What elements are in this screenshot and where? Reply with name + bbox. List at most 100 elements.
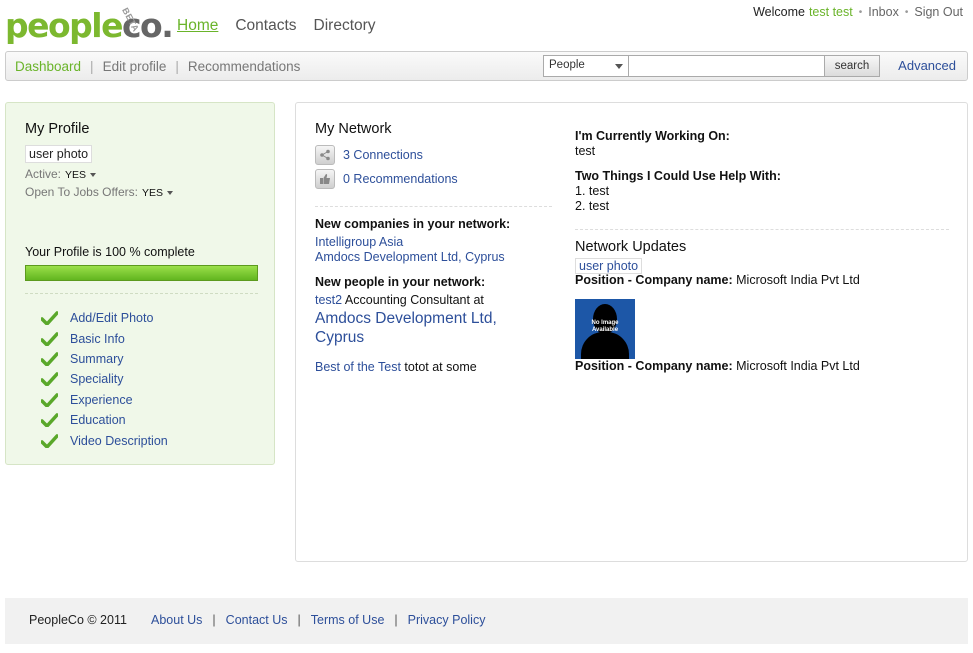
- connections-row: 3 Connections: [315, 145, 423, 165]
- divider: |: [90, 59, 94, 74]
- checkmark-icon: [41, 311, 58, 326]
- recommendations-link[interactable]: 0 Recommendations: [343, 172, 458, 186]
- subnav-dashboard[interactable]: Dashboard: [15, 59, 81, 74]
- divider: |: [212, 613, 216, 627]
- jobs-label: Open To Jobs Offers:: [25, 185, 138, 199]
- chevron-down-icon: [615, 64, 623, 69]
- share-icon: [315, 145, 335, 165]
- network-updates-title: Network Updates: [575, 239, 687, 255]
- chevron-down-icon[interactable]: [90, 172, 97, 177]
- welcome-text: Welcome: [753, 5, 805, 19]
- signout-link[interactable]: Sign Out: [914, 5, 963, 19]
- search-box: People search: [543, 55, 880, 77]
- profile-panel: My Profile user photo Active: YES Open To…: [5, 102, 275, 465]
- company-name: Microsoft India Pvt Ltd: [736, 359, 860, 373]
- checklist-link[interactable]: Basic Info: [70, 332, 125, 346]
- profile-complete-text: Your Profile is 100 % complete: [25, 245, 195, 259]
- active-row: Active: YES: [25, 167, 97, 181]
- divider: [575, 229, 949, 230]
- connections-link[interactable]: 3 Connections: [343, 148, 423, 162]
- person-link[interactable]: test2: [315, 293, 342, 307]
- username-link[interactable]: test test: [809, 5, 853, 19]
- help-item: 1. test: [575, 184, 610, 198]
- separator: •: [904, 6, 909, 18]
- logo-wordmark: peopleco.: [5, 6, 174, 45]
- top-nav: Home Contacts Directory: [177, 17, 376, 35]
- subnav-edit-profile[interactable]: Edit profile: [103, 59, 167, 74]
- nav-contacts[interactable]: Contacts: [235, 17, 296, 35]
- position-label: Position - Company name:: [575, 273, 733, 287]
- company-link[interactable]: Amdocs Development Ltd, Cyprus: [315, 250, 505, 264]
- company-name: Microsoft India Pvt Ltd: [736, 273, 860, 287]
- help-label: Two Things I Could Use Help With:: [575, 169, 781, 183]
- progress-fill: [26, 266, 257, 280]
- working-on-value: test: [575, 144, 596, 158]
- recommendations-row: 0 Recommendations: [315, 169, 458, 189]
- divider: [25, 293, 258, 294]
- search-scope-select[interactable]: People: [543, 55, 629, 77]
- checklist-link[interactable]: Summary: [70, 352, 123, 366]
- advanced-search-link[interactable]: Advanced: [898, 58, 956, 73]
- inbox-link[interactable]: Inbox: [868, 5, 899, 19]
- thumbs-up-icon: [315, 169, 335, 189]
- search-input[interactable]: [629, 55, 825, 77]
- user-bar: Welcome test test • Inbox • Sign Out: [753, 5, 963, 19]
- brand-logo[interactable]: peopleco. BETA: [5, 6, 174, 46]
- checkmark-icon: [41, 393, 58, 407]
- search-scope-value: People: [549, 59, 585, 71]
- no-image-avatar[interactable]: No Image Available: [575, 299, 635, 359]
- person-company-link[interactable]: Amdocs Development Ltd, Cyprus: [315, 309, 535, 347]
- subnav-recommendations[interactable]: Recommendations: [188, 59, 301, 74]
- jobs-row: Open To Jobs Offers: YES: [25, 185, 173, 199]
- checkmark-icon: [41, 331, 58, 346]
- checklist-item: Experience: [41, 390, 168, 410]
- sub-nav: Dashboard | Edit profile | Recommendatio…: [15, 59, 300, 74]
- working-on-label: I'm Currently Working On:: [575, 129, 730, 143]
- best-of-link[interactable]: Best of the Test: [315, 360, 401, 374]
- divider: [315, 206, 552, 207]
- checkmark-icon: [41, 372, 58, 387]
- checklist-item: Video Description: [41, 430, 168, 450]
- chevron-down-icon[interactable]: [166, 190, 173, 195]
- jobs-select[interactable]: YES: [142, 187, 163, 199]
- best-of-row: Best of the Test totot at some: [315, 360, 477, 374]
- copyright-text: PeopleCo © 2011: [29, 613, 127, 627]
- checklist-link[interactable]: Video Description: [70, 434, 168, 448]
- checklist-item: Speciality: [41, 369, 168, 389]
- footer-links: About Us | Contact Us | Terms of Use | P…: [151, 613, 485, 627]
- nav-directory[interactable]: Directory: [314, 17, 376, 35]
- profile-checklist: Add/Edit Photo Basic Info Summary Specia…: [41, 308, 168, 451]
- footer-privacy-link[interactable]: Privacy Policy: [408, 613, 486, 627]
- no-image-text: No Image Available: [591, 320, 619, 333]
- user-photo[interactable]: user photo: [25, 145, 93, 163]
- footer-about-link[interactable]: About Us: [151, 613, 202, 627]
- person-role: Accounting Consultant at: [344, 293, 484, 307]
- position-label: Position - Company name:: [575, 359, 733, 373]
- footer-contact-link[interactable]: Contact Us: [226, 613, 288, 627]
- new-person-row: test2 Accounting Consultant at: [315, 293, 484, 307]
- active-select[interactable]: YES: [65, 169, 86, 181]
- sub-navigation-bar: Dashboard | Edit profile | Recommendatio…: [5, 51, 968, 81]
- checklist-item: Summary: [41, 349, 168, 369]
- profile-title: My Profile: [25, 121, 90, 137]
- update-user-photo[interactable]: user photo: [575, 258, 643, 274]
- active-label: Active:: [25, 167, 62, 181]
- checklist-link[interactable]: Experience: [70, 393, 133, 407]
- divider: |: [175, 59, 179, 74]
- update-position-row: Position - Company name: Microsoft India…: [575, 359, 860, 373]
- footer: PeopleCo © 2011 About Us | Contact Us | …: [5, 598, 968, 644]
- nav-home[interactable]: Home: [177, 17, 218, 35]
- new-companies-label: New companies in your network:: [315, 217, 511, 231]
- checkmark-icon: [41, 352, 58, 366]
- company-link[interactable]: Intelligroup Asia: [315, 235, 403, 249]
- checklist-item: Education: [41, 410, 168, 430]
- checklist-link[interactable]: Add/Edit Photo: [70, 311, 153, 325]
- divider: |: [394, 613, 398, 627]
- search-button[interactable]: search: [825, 55, 880, 77]
- checklist-link[interactable]: Education: [70, 413, 126, 427]
- checklist-link[interactable]: Speciality: [70, 372, 124, 386]
- divider: |: [297, 613, 301, 627]
- footer-terms-link[interactable]: Terms of Use: [311, 613, 385, 627]
- network-title: My Network: [315, 121, 392, 137]
- main-panel: My Network 3 Connections 0 Recommendatio…: [295, 102, 968, 562]
